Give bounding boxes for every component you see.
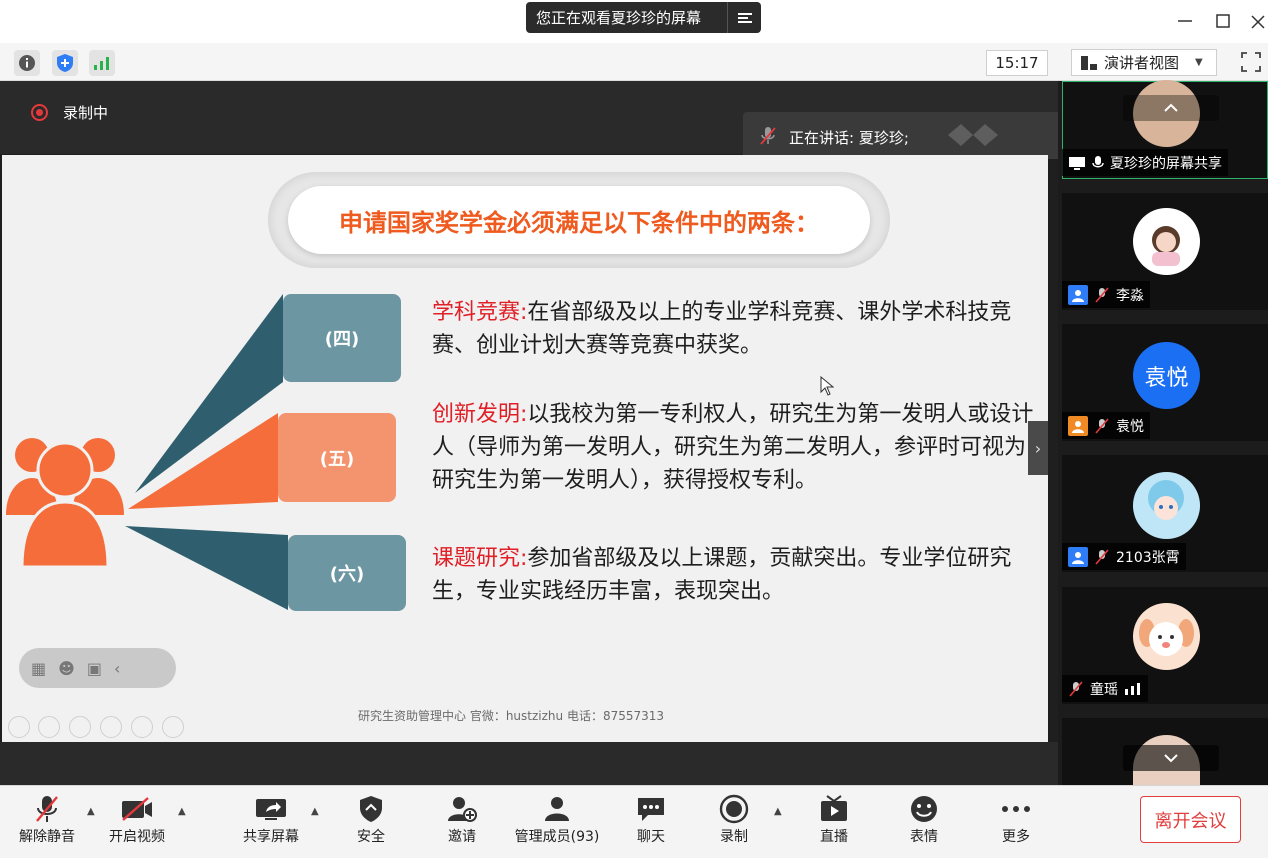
chevron-up-icon[interactable]: ▲ — [774, 806, 788, 817]
participant-namebar: 2103张霄 — [1062, 543, 1186, 570]
reactions-button[interactable]: 表情 — [884, 792, 964, 852]
people-icon — [6, 438, 124, 569]
mouse-cursor-icon — [820, 376, 834, 396]
speaking-label: 正在讲话: 夏珍珍; — [789, 129, 909, 147]
slide-title: 申请国家奖学金必须满足以下条件中的两条： — [288, 186, 870, 254]
start-video-button[interactable]: 开启视频 — [97, 792, 177, 852]
recording-icon — [31, 104, 48, 121]
unmute-button[interactable]: 解除静音 — [7, 792, 87, 852]
item-heading: 学科竞赛: — [432, 300, 528, 325]
leave-meeting-button[interactable]: 离开会议 — [1140, 796, 1241, 843]
more-dots-icon[interactable] — [162, 716, 184, 738]
screen-share-icon — [1069, 156, 1085, 170]
label-five: (五) — [278, 413, 396, 502]
more-button[interactable]: 更多 — [976, 792, 1056, 852]
participant-avatar — [1133, 208, 1200, 275]
chevron-up-icon — [1164, 103, 1178, 112]
blurred-name-icon — [948, 124, 998, 146]
participant-namebar: 童瑶 — [1062, 675, 1148, 702]
record-icon — [719, 794, 749, 824]
view-mode-label: 演讲者视图 — [1104, 54, 1180, 72]
chevron-up-icon[interactable]: ▲ — [311, 806, 325, 817]
viewing-banner[interactable]: 您正在观看夏珍珍的屏幕 — [526, 2, 761, 33]
gallery-scroll-down[interactable] — [1123, 745, 1219, 771]
fullscreen-icon[interactable] — [1240, 51, 1262, 73]
play-icon[interactable] — [38, 716, 60, 738]
mic-icon — [1092, 155, 1104, 167]
signal-icon — [1125, 682, 1140, 695]
shield-icon — [360, 796, 382, 822]
record-button[interactable]: 录制 — [694, 792, 774, 852]
mic-muted-icon — [1069, 680, 1083, 697]
mic-muted-icon — [1095, 417, 1109, 434]
share-screen-button[interactable]: 共享屏幕 — [231, 792, 311, 852]
view-mode-dropdown[interactable]: 演讲者视图 ▼ — [1071, 49, 1217, 76]
viewing-text: 您正在观看夏珍珍的屏幕 — [536, 9, 702, 27]
info-icon[interactable] — [14, 50, 40, 76]
recording-label: 录制中 — [63, 104, 109, 122]
annotation-toolbar[interactable]: ▦ ☻ ▣ ‹ — [19, 648, 176, 688]
comment-icon[interactable]: ▣ — [87, 659, 102, 678]
chevron-up-icon[interactable]: ▲ — [178, 806, 192, 817]
zoom-icon[interactable] — [131, 716, 153, 738]
participant-avatar — [1133, 472, 1200, 539]
label-six: (六) — [288, 535, 406, 611]
prev-icon[interactable] — [8, 716, 30, 738]
live-icon — [821, 795, 847, 821]
mic-muted-icon — [36, 796, 58, 822]
item-invention: 创新发明:以我校为第一专利权人，研究生为第一发明人或设计人（导师为第一发明人，研… — [432, 398, 1037, 497]
item-competition: 学科竞赛:在省部级及以上的专业学科竞赛、课外学术科技竞赛、创业计划大赛等竞赛中获… — [432, 296, 1037, 362]
slide-footer: 研究生资助管理中心 官微：hustzizhu 电话：87557313 — [358, 709, 665, 723]
emoji-icon[interactable]: ☻ — [58, 659, 75, 678]
participant-avatar: 袁悦 — [1133, 342, 1200, 409]
banner-menu-icon[interactable] — [727, 2, 761, 33]
expand-panel-icon[interactable]: › — [1028, 421, 1048, 475]
add-user-icon — [448, 797, 477, 822]
user-icon — [1068, 284, 1088, 305]
gallery-scroll-up[interactable] — [1123, 95, 1219, 121]
apps-icon[interactable]: ▦ — [31, 659, 46, 678]
security-button[interactable]: 安全 — [331, 792, 411, 852]
chat-icon — [638, 798, 664, 821]
chevron-left-icon[interactable]: ‹ — [114, 659, 120, 678]
more-dots-icon — [1002, 806, 1030, 812]
item-heading: 课题研究: — [432, 546, 528, 571]
participant-namebar: 夏珍珍的屏幕共享 — [1062, 149, 1228, 176]
pen-icon[interactable] — [69, 716, 91, 738]
chevron-down-icon: ▼ — [1195, 57, 1203, 68]
meeting-clock: 15:17 — [986, 50, 1048, 76]
mic-muted-icon — [1095, 548, 1109, 565]
live-button[interactable]: 直播 — [794, 792, 874, 852]
item-research: 课题研究:参加省部级及以上课题，贡献突出。专业学位研究生，专业实践经历丰富，表现… — [432, 542, 1037, 608]
shield-icon[interactable] — [52, 50, 78, 76]
share-bottom-strip — [0, 742, 1058, 785]
invite-button[interactable]: 邀请 — [422, 792, 502, 852]
user-icon — [1068, 415, 1088, 436]
emoji-icon — [911, 796, 937, 822]
participant-namebar: 李淼 — [1062, 281, 1150, 308]
mic-muted-icon — [760, 127, 776, 145]
copy-icon[interactable] — [100, 716, 122, 738]
speaking-indicator: 正在讲话: 夏珍珍; — [743, 112, 1068, 159]
chat-button[interactable]: 聊天 — [611, 792, 691, 852]
chevron-down-icon — [1164, 754, 1178, 763]
camera-off-icon — [122, 797, 152, 821]
mic-muted-icon — [1095, 286, 1109, 303]
signal-icon[interactable] — [89, 50, 115, 76]
item-heading: 创新发明: — [432, 402, 528, 427]
layout-icon — [1081, 55, 1097, 70]
label-four: (四) — [283, 294, 401, 382]
close-icon[interactable] — [1245, 8, 1268, 34]
maximize-icon[interactable] — [1208, 8, 1238, 34]
minimize-icon[interactable] — [1170, 8, 1200, 34]
members-icon — [545, 797, 569, 821]
share-screen-icon — [256, 799, 286, 820]
user-icon — [1068, 546, 1088, 567]
participant-namebar: 袁悦 — [1062, 412, 1150, 439]
participant-avatar — [1133, 603, 1200, 670]
manage-members-button[interactable]: 管理成员(93) — [507, 792, 607, 852]
